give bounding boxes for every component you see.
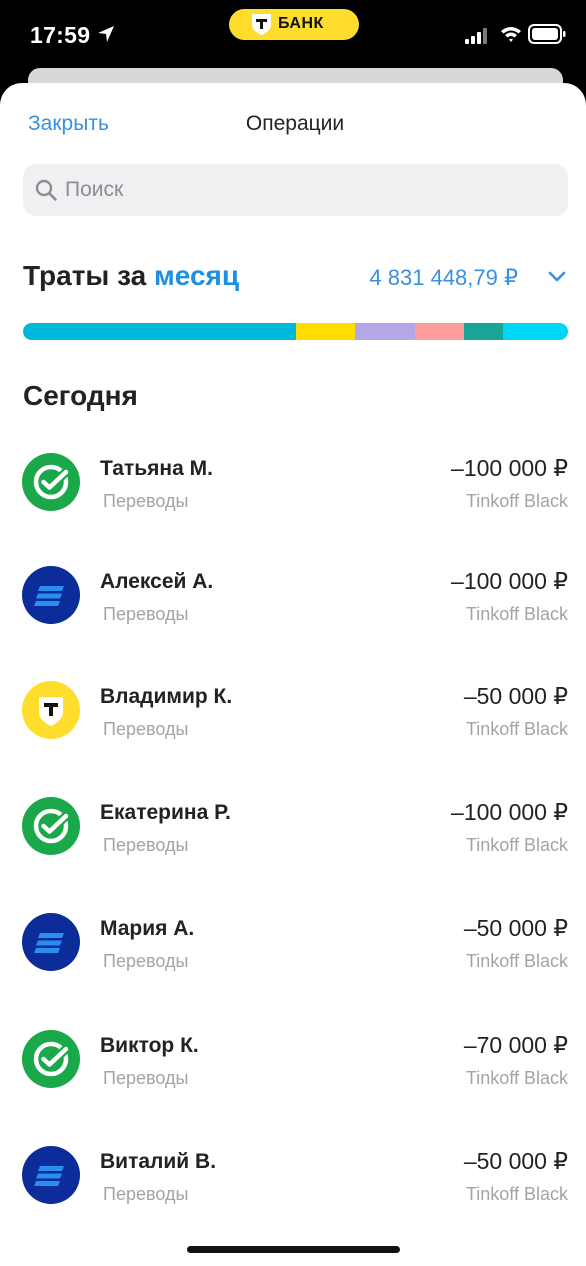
period-selector[interactable]: месяц <box>154 260 239 291</box>
operation-row[interactable]: Виталий В. Переводы –50 000 ₽ Tinkoff Bl… <box>0 1146 586 1236</box>
spending-segment <box>355 323 416 340</box>
close-button[interactable]: Закрыть <box>28 112 109 136</box>
operation-name: Алексей А. <box>100 570 214 593</box>
operation-account: Tinkoff Black <box>465 719 568 739</box>
operation-account: Tinkoff Black <box>465 491 568 511</box>
tbank-logo-icon <box>22 681 80 739</box>
search-input[interactable] <box>65 164 545 216</box>
operation-name: Виктор К. <box>100 1034 199 1057</box>
sber-logo-icon <box>22 797 80 855</box>
operation-row[interactable]: Владимир К. Переводы –50 000 ₽ Tinkoff B… <box>0 681 586 771</box>
operation-name: Виталий В. <box>100 1150 217 1173</box>
bank-avatar <box>22 1030 80 1088</box>
operation-row[interactable]: Екатерина Р. Переводы –100 000 ₽ Tinkoff… <box>0 797 586 887</box>
status-time: 17:59 <box>30 22 91 48</box>
operation-category: Переводы <box>103 1184 189 1204</box>
spending-segment <box>23 323 296 340</box>
operation-account: Tinkoff Black <box>465 1184 568 1204</box>
bank-avatar <box>22 1146 80 1204</box>
operation-account: Tinkoff Black <box>465 951 568 971</box>
page-title-text: Операции <box>245 112 345 135</box>
spending-segment <box>415 323 465 340</box>
bank-avatar <box>22 797 80 855</box>
status-bar: 17:59 БАНК <box>0 0 586 72</box>
operation-account: Tinkoff Black <box>465 835 568 855</box>
operation-row[interactable]: Алексей А. Переводы –100 000 ₽ Tinkoff B… <box>0 566 586 656</box>
operation-amount: –100 000 ₽ <box>451 455 568 481</box>
spending-label-text: Траты за <box>23 260 147 291</box>
operation-category: Переводы <box>103 604 189 624</box>
sber-logo-icon <box>22 453 80 511</box>
operation-amount: –100 000 ₽ <box>451 799 568 825</box>
bank-pill-label: БАНК <box>278 15 324 32</box>
sber-logo-icon <box>22 1030 80 1088</box>
vtb-logo-icon <box>22 913 80 971</box>
section-title-today: Сегодня <box>23 380 138 411</box>
operation-category: Переводы <box>103 1068 189 1088</box>
operation-amount: –100 000 ₽ <box>451 568 568 594</box>
bank-app-pill[interactable]: БАНК <box>229 9 359 40</box>
operation-row[interactable]: Виктор К. Переводы –70 000 ₽ Tinkoff Bla… <box>0 1030 586 1120</box>
operation-amount: –70 000 ₽ <box>463 1032 568 1058</box>
operation-row[interactable]: Мария А. Переводы –50 000 ₽ Tinkoff Blac… <box>0 913 586 1003</box>
bank-avatar <box>22 566 80 624</box>
vtb-logo-icon <box>22 1146 80 1204</box>
operation-row[interactable]: Татьяна М. Переводы –100 000 ₽ Tinkoff B… <box>0 453 586 543</box>
vtb-logo-icon <box>22 566 80 624</box>
tbank-shield-icon <box>252 14 271 35</box>
spending-segment <box>295 323 356 340</box>
chevron-down-icon[interactable] <box>546 269 568 285</box>
spending-segment <box>502 323 568 340</box>
spending-label: Траты за месяц <box>23 260 239 292</box>
operation-amount: –50 000 ₽ <box>463 683 568 709</box>
operation-account: Tinkoff Black <box>465 604 568 624</box>
wifi-icon <box>501 27 521 42</box>
bank-avatar <box>22 681 80 739</box>
bank-avatar <box>22 453 80 511</box>
home-indicator <box>187 1246 400 1253</box>
bank-avatar <box>22 913 80 971</box>
spending-category-bar[interactable] <box>23 323 568 340</box>
operation-account: Tinkoff Black <box>465 1068 568 1088</box>
operation-category: Переводы <box>103 951 189 971</box>
operation-category: Переводы <box>103 719 189 739</box>
operation-name: Татьяна М. <box>100 457 213 480</box>
operation-name: Мария А. <box>100 917 195 940</box>
cellular-signal-icon <box>465 28 487 44</box>
battery-icon <box>528 24 566 44</box>
spending-total: 4 831 448,79 ₽ <box>369 265 518 290</box>
operation-name: Екатерина Р. <box>100 801 231 824</box>
search-field[interactable] <box>23 164 568 216</box>
operations-sheet: Операции Закрыть Траты за месяц 4 831 44… <box>0 83 586 1266</box>
location-arrow-icon <box>98 26 114 42</box>
operation-amount: –50 000 ₽ <box>463 915 568 941</box>
operation-category: Переводы <box>103 835 189 855</box>
search-icon <box>35 179 57 201</box>
operation-name: Владимир К. <box>100 685 233 708</box>
spending-segment <box>464 323 503 340</box>
operation-amount: –50 000 ₽ <box>463 1148 568 1174</box>
operation-category: Переводы <box>103 491 189 511</box>
